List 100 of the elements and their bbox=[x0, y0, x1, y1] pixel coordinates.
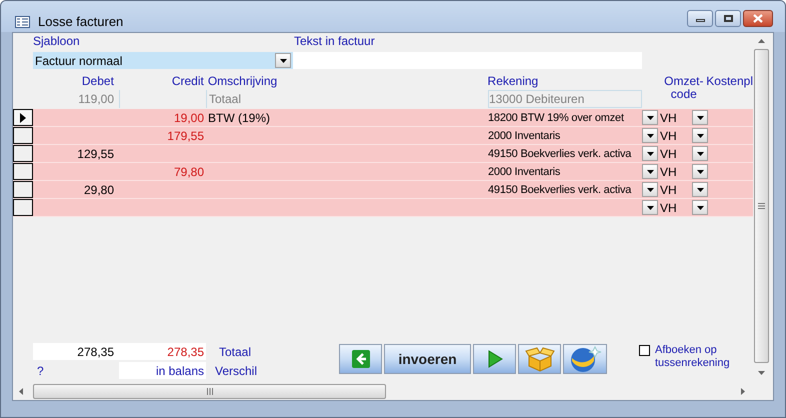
column-header: Debet bbox=[80, 73, 115, 89]
dropdown-button[interactable] bbox=[642, 146, 658, 161]
caret-icon bbox=[696, 152, 704, 156]
caret-icon bbox=[646, 116, 654, 120]
description-cell-text: BTW (19%) bbox=[208, 110, 270, 126]
play-icon bbox=[486, 350, 502, 368]
revenue-code-cell-text: VH bbox=[659, 128, 678, 144]
form-icon bbox=[15, 16, 30, 28]
dropdown-button[interactable] bbox=[692, 164, 708, 179]
balance-status: in balans bbox=[119, 362, 206, 379]
row-selector[interactable] bbox=[13, 145, 33, 162]
close-icon bbox=[753, 14, 763, 22]
back-button[interactable] bbox=[339, 344, 382, 374]
total-account: 13000 Debiteuren bbox=[488, 90, 642, 108]
total-description: Totaal bbox=[206, 90, 488, 108]
table-row[interactable]: 179,55 2000 Inventaris VH bbox=[13, 127, 753, 145]
row-selector[interactable] bbox=[13, 199, 33, 216]
template-label: Sjabloon bbox=[33, 33, 81, 50]
dropdown-button[interactable] bbox=[642, 128, 658, 143]
dropdown-button[interactable] bbox=[642, 200, 658, 215]
column-header: Omzet- code bbox=[663, 73, 704, 96]
revenue-code-cell-text: VH bbox=[659, 146, 678, 162]
table-row[interactable]: 29,80 49150 Boekverlies verk. activa VH bbox=[13, 181, 753, 199]
credit-cell-text: 79,80 bbox=[174, 164, 204, 180]
play-button[interactable] bbox=[473, 344, 516, 374]
caret-icon bbox=[646, 134, 654, 138]
account-cell-text: 18200 BTW 19% over omzet bbox=[488, 111, 624, 126]
dropdown-button[interactable] bbox=[692, 128, 708, 143]
checkbox[interactable] bbox=[639, 345, 650, 356]
caret-icon bbox=[696, 206, 704, 210]
scroll-thumb[interactable] bbox=[754, 49, 769, 363]
credit-cell-text: 19,00 bbox=[174, 110, 204, 126]
credit-cell-text: 179,55 bbox=[167, 128, 204, 144]
row-selector[interactable] bbox=[13, 109, 33, 126]
row-selector[interactable] bbox=[13, 163, 33, 180]
table-row[interactable]: 129,55 49150 Boekverlies verk. activa VH bbox=[13, 145, 753, 163]
globe-icon bbox=[568, 345, 602, 373]
caret-icon bbox=[646, 170, 654, 174]
table-row[interactable]: VH bbox=[13, 199, 753, 217]
row-selector[interactable] bbox=[13, 181, 33, 198]
row-selector[interactable] bbox=[13, 127, 33, 144]
account-cell-text: 49150 Boekverlies verk. activa bbox=[488, 183, 632, 198]
dropdown-button[interactable] bbox=[275, 53, 291, 68]
difference-label: Verschil bbox=[214, 362, 258, 379]
dropdown-button[interactable] bbox=[692, 110, 708, 125]
caret-icon bbox=[646, 206, 654, 210]
caret-icon bbox=[696, 170, 704, 174]
table-row[interactable]: 19,00 BTW (19%) 18200 BTW 19% over omzet VH bbox=[13, 109, 753, 127]
maximize-button[interactable] bbox=[715, 10, 741, 26]
total-label: Totaal bbox=[218, 344, 252, 360]
grip-icon bbox=[758, 203, 765, 209]
dropdown-button[interactable] bbox=[692, 200, 708, 215]
debet-cell-text: 129,55 bbox=[77, 146, 114, 162]
table-row[interactable]: 79,80 2000 Inventaris VH bbox=[13, 163, 753, 181]
scroll-thumb[interactable] bbox=[33, 384, 386, 399]
box-button[interactable] bbox=[518, 344, 561, 374]
close-button[interactable] bbox=[743, 10, 773, 26]
revenue-code-cell-text: VH bbox=[659, 110, 678, 126]
account-cell-text: 2000 Inventaris bbox=[488, 129, 560, 144]
window-title: Losse facturen bbox=[38, 12, 124, 31]
maximize-icon bbox=[724, 14, 732, 22]
scroll-down-icon[interactable] bbox=[758, 371, 765, 375]
checkbox-label: Afboeken op tussenrekening bbox=[655, 344, 731, 370]
invoice-text-field[interactable] bbox=[293, 52, 642, 69]
caret-icon bbox=[696, 116, 704, 120]
grip-icon bbox=[206, 388, 212, 395]
dropdown-button[interactable] bbox=[642, 182, 658, 197]
column-header: Omschrijving bbox=[206, 73, 278, 89]
revenue-code-cell-text: VH bbox=[659, 164, 678, 180]
dropdown-button[interactable] bbox=[692, 182, 708, 197]
scroll-left-icon[interactable] bbox=[19, 388, 23, 395]
revenue-code-cell-text: VH bbox=[659, 200, 678, 216]
sum-credit: 278,35 bbox=[119, 343, 206, 360]
debet-cell-text: 29,80 bbox=[84, 182, 114, 198]
balance-hint: ? bbox=[36, 362, 45, 379]
caret-icon bbox=[696, 188, 704, 192]
account-cell-text: 2000 Inventaris bbox=[488, 165, 560, 180]
globe-button[interactable] bbox=[563, 344, 607, 374]
template-dropdown[interactable]: Factuur normaal bbox=[33, 52, 293, 69]
submit-button[interactable]: invoeren bbox=[384, 344, 471, 374]
text-label: Tekst in factuur bbox=[294, 33, 375, 50]
column-header: Rekening bbox=[488, 73, 540, 89]
minimize-button[interactable] bbox=[687, 10, 713, 26]
caret-icon bbox=[696, 134, 704, 138]
column-header: Kostenpl bbox=[706, 73, 753, 89]
dropdown-button[interactable] bbox=[642, 110, 658, 125]
dropdown-button[interactable] bbox=[692, 146, 708, 161]
column-header: Credit bbox=[170, 73, 205, 89]
dropdown-button[interactable] bbox=[642, 164, 658, 179]
account-cell-text: 49150 Boekverlies verk. activa bbox=[488, 147, 632, 162]
caret-icon bbox=[646, 188, 654, 192]
total-debet: 119,00 bbox=[77, 91, 115, 108]
revenue-code-cell-text: VH bbox=[659, 182, 678, 198]
caret-icon bbox=[280, 58, 286, 62]
scroll-up-icon[interactable] bbox=[758, 39, 765, 43]
scroll-right-icon[interactable] bbox=[741, 388, 745, 395]
sum-debet: 278,35 bbox=[33, 343, 119, 360]
minimize-icon bbox=[696, 18, 704, 22]
caret-icon bbox=[646, 152, 654, 156]
box-icon bbox=[524, 346, 554, 372]
